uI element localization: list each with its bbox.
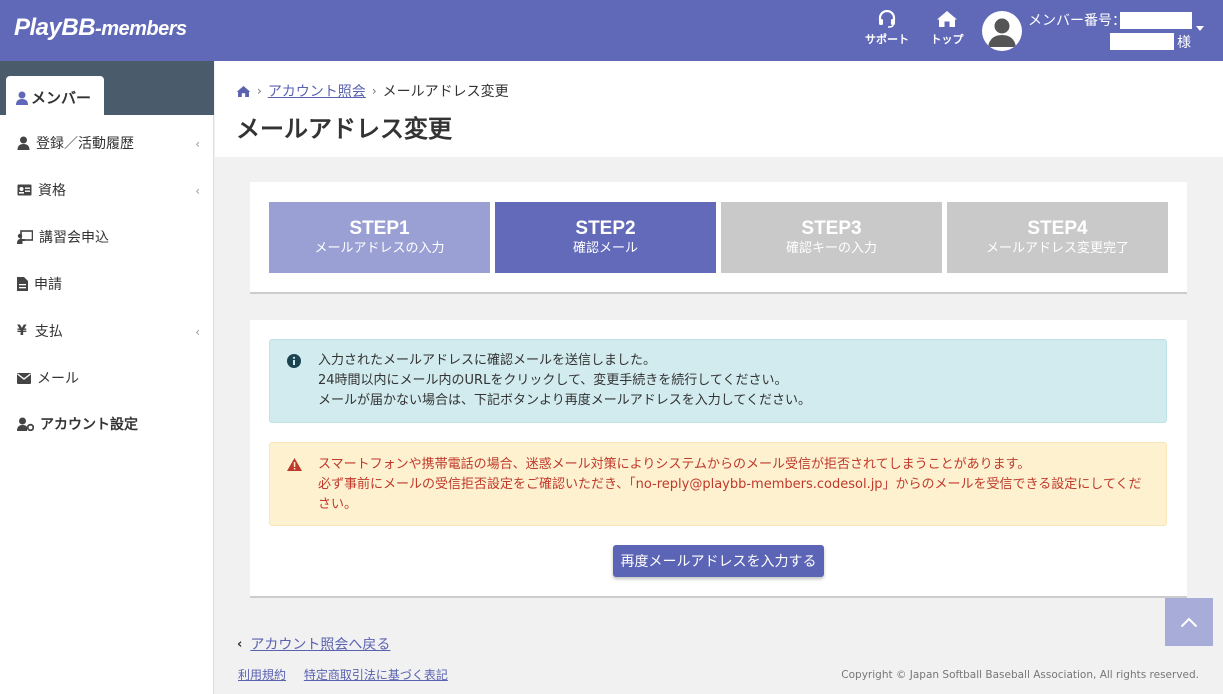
sidebar-item-history[interactable]: 登録／活動履歴 ‹ [0,123,214,163]
step-2: STEP2 確認メール [495,202,716,273]
tokusho-link[interactable]: 特定商取引法に基づく表記 [304,668,448,682]
back-to-account-link[interactable]: ‹ アカウント照会へ戻る [237,634,390,654]
home-icon[interactable] [236,85,251,98]
support-label: サポート [865,33,909,46]
info-circle-icon [287,354,301,368]
scroll-to-top-button[interactable] [1165,598,1213,646]
chevron-left-icon: ‹ [237,636,243,652]
member-number-redacted [1120,12,1192,29]
user-icon [16,91,28,105]
warning-triangle-icon [287,458,302,471]
logo[interactable]: PlayBB-members [14,14,187,42]
terms-link[interactable]: 利用規約 [238,668,286,682]
sidebar-item-account-settings[interactable]: アカウント設定 [0,404,214,444]
user-avatar-icon [988,18,1016,47]
chevron-up-icon [1180,617,1198,627]
tab-member[interactable]: メンバー [6,76,104,115]
reenter-email-button[interactable]: 再度メールアドレスを入力する [613,545,824,577]
sidebar-item-qualification[interactable]: 資格 ‹ [0,170,214,210]
breadcrumb: › アカウント照会 › メールアドレス変更 [236,81,509,101]
sidebar-item-seminar[interactable]: 講習会申込 [0,217,214,257]
step-1: STEP1 メールアドレスの入力 [269,202,490,273]
chevron-left-icon: ‹ [195,137,200,151]
sidebar: メンバー 登録／活動履歴 ‹ 資格 ‹ 講習会申込 申請 ¥ 支払 ‹ メール … [0,61,214,694]
chevron-left-icon: ‹ [195,184,200,198]
sidebar-tabbar: メンバー [0,61,214,115]
top-label: トップ [930,33,964,46]
step-indicator: STEP1 メールアドレスの入力 STEP2 確認メール STEP3 確認キーの… [250,182,1187,294]
user-icon [17,136,30,150]
chalkboard-icon [17,230,33,244]
confirmation-card: 入力されたメールアドレスに確認メールを送信しました。 24時間以内にメール内のU… [250,320,1187,598]
warning-alert: スマートフォンや携帯電話の場合、迷惑メール対策によりシステムからのメール受信が拒… [269,442,1167,526]
member-name-redacted [1110,33,1174,50]
sidebar-item-application[interactable]: 申請 [0,264,214,304]
step-3: STEP3 確認キーの入力 [721,202,942,273]
id-card-icon [17,184,32,196]
chevron-right-icon: › [371,84,377,98]
chevron-right-icon: › [257,84,262,98]
top-header: PlayBB-members サポート トップ メンバー番号： 様 [0,0,1223,61]
home-icon [937,11,957,27]
support-button[interactable]: サポート [862,10,912,47]
top-button[interactable]: トップ [922,10,972,47]
copyright: Copyright © Japan Softball Baseball Asso… [841,669,1199,681]
footer-links: 利用規約 特定商取引法に基づく表記 [238,666,462,683]
honorific: 様 [1177,35,1191,51]
info-alert: 入力されたメールアドレスに確認メールを送信しました。 24時間以内にメール内のU… [269,339,1167,423]
envelope-icon [17,372,31,384]
avatar[interactable] [982,11,1022,51]
sidebar-item-mail[interactable]: メール [0,358,214,398]
page-title: メールアドレス変更 [236,115,452,143]
breadcrumb-account-link[interactable]: アカウント照会 [268,81,366,101]
breadcrumb-current: メールアドレス変更 [382,84,509,100]
user-cog-icon [17,417,34,431]
step-4: STEP4 メールアドレス変更完了 [947,202,1168,273]
yen-icon: ¥ [17,323,27,339]
user-menu-caret-icon[interactable] [1196,26,1204,31]
file-icon [17,277,28,291]
sidebar-item-payment[interactable]: ¥ 支払 ‹ [0,311,214,351]
headset-icon [878,10,896,28]
member-number-label: メンバー番号： [1028,13,1126,29]
chevron-left-icon: ‹ [195,325,200,339]
